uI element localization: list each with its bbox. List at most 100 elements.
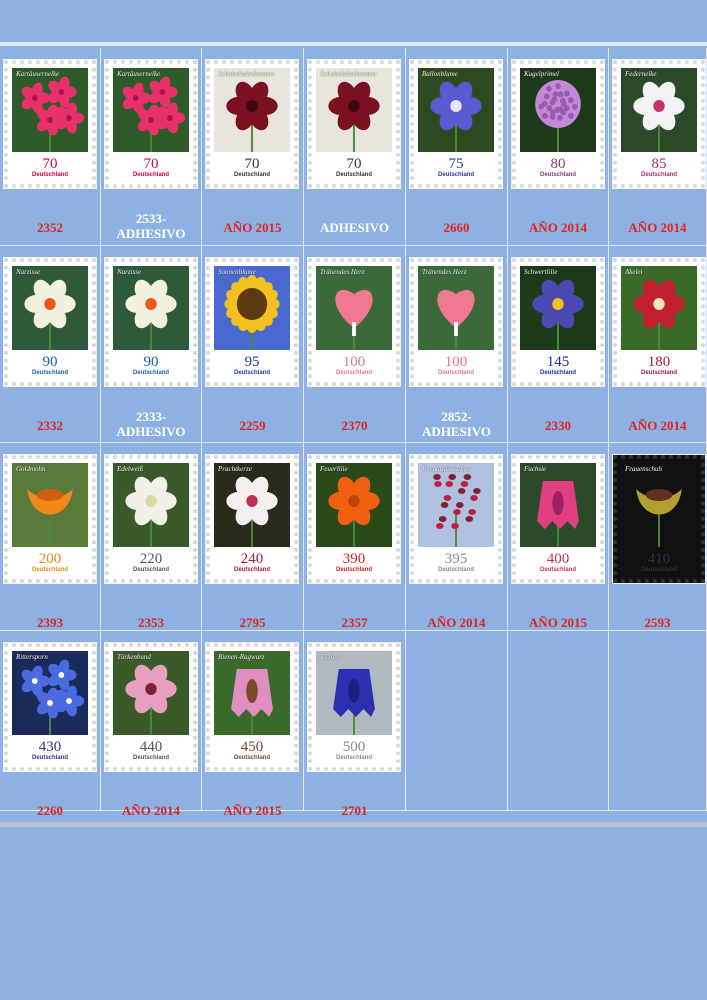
stamp-cell: Sonnenblume 95 Deutschland 2259 [202, 246, 304, 443]
stamp-row: Narzisse 90 Deutschland 2332 Narzisse 90 Deuts… [0, 246, 707, 443]
stamp-art: Narzisse [12, 266, 88, 350]
stamp-country: Deutschland [132, 370, 169, 376]
stamp-country: Deutschland [335, 755, 372, 761]
catalog-label: 2701 [341, 803, 368, 818]
flower-illustration [621, 463, 697, 547]
stamp-art: Feuerlilie [316, 463, 392, 547]
flower-illustration [621, 266, 697, 350]
stamp-image[interactable]: Tränendes Herz 100 Deutschland [307, 257, 401, 387]
stamp-image[interactable]: Rittersporn 430 Deutschland [3, 642, 97, 772]
stamp-country: Deutschland [233, 755, 270, 761]
flower-illustration [418, 68, 494, 152]
catalog-label: 2393 [37, 615, 63, 630]
flower-illustration [520, 68, 596, 152]
flower-name: Tränendes Herz [422, 268, 467, 276]
stamp-image[interactable]: Schokoladenkosmee 70 Deutschland [205, 59, 299, 189]
stamp-art: Enzian [316, 651, 392, 735]
stamp-country: Deutschland [132, 567, 169, 573]
stamp-image[interactable]: Ballonblume 75 Deutschland [409, 59, 503, 189]
stamp-value: 440 [139, 739, 163, 755]
stamp-cell: Schwertlilie 145 Deutschland 2330 [508, 246, 609, 443]
stamp-country: Deutschland [31, 755, 68, 761]
stamp-cell: Edelweiß 220 Deutschland 2353 [101, 443, 202, 631]
stamp-art: Akelei [621, 266, 697, 350]
flower-illustration [113, 651, 189, 735]
flower-name: Frauenschuh [625, 465, 662, 473]
stamp-value: 240 [240, 551, 264, 567]
flower-name: Kartäusernelke [16, 70, 60, 78]
catalog-label: 2593 [644, 615, 671, 630]
flower-name: Schokoladenkosmee [218, 70, 275, 78]
stamp-cell: Fuchsie 400 Deutschland AÑO 2015 [508, 443, 609, 631]
catalog-label: 2795 [239, 615, 266, 630]
stamp-image[interactable]: Schwertlilie 145 Deutschland [511, 257, 605, 387]
stamp-image[interactable]: Federnelke 85 Deutschland [612, 59, 706, 189]
flower-name: Federnelke [625, 70, 657, 78]
stamp-image[interactable]: Edelweiß 220 Deutschland [104, 454, 198, 584]
stamp-cell: Federnelke 85 Deutschland AÑO 2014 [609, 48, 707, 246]
stamp-country: Deutschland [539, 172, 576, 178]
stamp-value: 90 [143, 354, 159, 370]
stamp-image[interactable]: Goldmohn 200 Deutschland [3, 454, 97, 584]
stamp-art: Kartäusernelke [12, 68, 88, 152]
stamp-country: Deutschland [31, 567, 68, 573]
stamp-value: 390 [342, 551, 366, 567]
stamp-country: Deutschland [335, 370, 372, 376]
stamp-image[interactable]: Kugelprimel 80 Deutschland [511, 59, 605, 189]
flower-name: Feuerlilie [320, 465, 348, 473]
stamp-country: Deutschland [640, 567, 677, 573]
stamp-image[interactable]: Sonnenblume 95 Deutschland [205, 257, 299, 387]
stamp-cell: Türkenbund 440 Deutschland AÑO 2014 [101, 631, 202, 818]
stamp-art: Tränendes Herz [316, 266, 392, 350]
stamp-value: 70 [346, 156, 362, 172]
catalog-label: AÑO 2015 [528, 615, 588, 630]
stamp-image[interactable]: Narzisse 90 Deutschland [3, 257, 97, 387]
flower-name: Tränendes Herz [320, 268, 365, 276]
stamp-image[interactable]: Purpurglöckchen 395 Deutschland [409, 454, 503, 584]
stamp-image[interactable]: Feuerlilie 390 Deutschland [307, 454, 401, 584]
stamp-image[interactable]: Kartäusernelke 70 Deutschland [3, 59, 97, 189]
stamp-art: Schokoladenkosmee [316, 68, 392, 152]
stamp-art: Narzisse [113, 266, 189, 350]
flower-name: Narzisse [117, 268, 142, 276]
stamp-country: Deutschland [335, 172, 372, 178]
catalog-label: 2259 [239, 418, 266, 433]
stamp-image[interactable]: Bienen-Ragwurz 450 Deutschland [205, 642, 299, 772]
stamp-image[interactable]: Fuchsie 400 Deutschland [511, 454, 605, 584]
stamp-cell [508, 631, 609, 811]
stamp-cell: Frauenschuh 410 Deutschland 2593 [609, 443, 707, 631]
catalog-label: AÑO 2014 [628, 220, 687, 235]
flower-name: Kartäusernelke [117, 70, 161, 78]
stamp-image[interactable]: Prachtkerze 240 Deutschland [205, 454, 299, 584]
stamp-image[interactable]: Türkenbund 440 Deutschland [104, 642, 198, 772]
stamp-image[interactable]: Kartäusernelke 70 Deutschland [104, 59, 198, 189]
stamp-cell [609, 631, 707, 811]
catalog-label: AÑO 2014 [528, 220, 588, 235]
catalog-label: 2852- ADHESIVO [421, 409, 492, 439]
stamp-image[interactable]: Tränendes Herz 100 Deutschland [409, 257, 503, 387]
stamp-country: Deutschland [640, 172, 677, 178]
flower-illustration [316, 266, 392, 350]
stamp-country: Deutschland [132, 755, 169, 761]
stamp-image[interactable]: Akelei 180 Deutschland [612, 257, 706, 387]
stamp-image[interactable]: Frauenschuh 410 Deutschland [612, 454, 706, 584]
flower-illustration [214, 68, 290, 152]
stamp-value: 75 [448, 156, 464, 172]
stamp-image[interactable]: Schokoladenkosmee 70 Deutschland [307, 59, 401, 189]
stamp-cell: Rittersporn 430 Deutschland 2260 [0, 631, 101, 818]
flower-illustration [113, 68, 189, 152]
stamp-country: Deutschland [132, 172, 169, 178]
stamp-image[interactable]: Narzisse 90 Deutschland [104, 257, 198, 387]
stamp-value: 100 [444, 354, 468, 370]
catalog-label: 2353 [138, 615, 164, 630]
flower-name: Goldmohn [16, 465, 46, 473]
stamp-art: Edelweiß [113, 463, 189, 547]
stamp-country: Deutschland [233, 567, 270, 573]
stamp-country: Deutschland [539, 370, 576, 376]
flower-illustration [214, 651, 290, 735]
catalog-label: AÑO 2014 [628, 418, 687, 433]
flower-illustration [418, 266, 494, 350]
flower-name: Schwertlilie [524, 268, 558, 276]
stamp-art: Sonnenblume [214, 266, 290, 350]
stamp-image[interactable]: Enzian 500 Deutschland [307, 642, 401, 772]
